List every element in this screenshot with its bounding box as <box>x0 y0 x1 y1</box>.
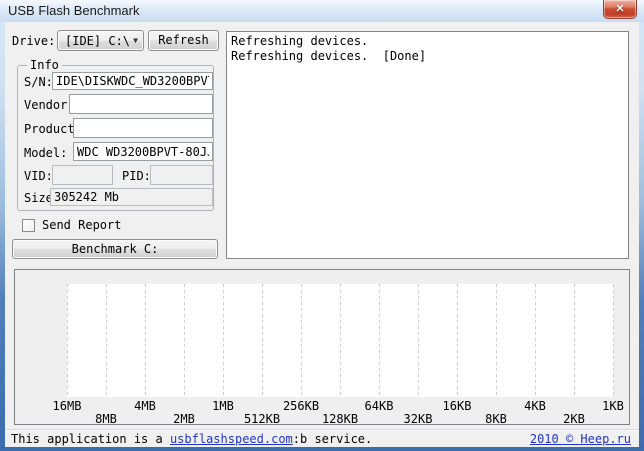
chart-gridline <box>184 284 185 397</box>
chart-gridline <box>613 284 614 397</box>
vendor-label: Vendor: <box>24 98 75 112</box>
chart-tick-label: 16MB <box>53 399 82 413</box>
chart-tick-label: 256KB <box>283 399 319 413</box>
chart-gridline <box>145 284 146 397</box>
chart-panel: 16MB 8MB 4MB 2MB 1MB 512KB256KB128KB 64KB 32KB 1… <box>14 269 630 425</box>
chart-tick-label: 64KB <box>365 399 394 413</box>
chart-tick-label: 2KB <box>563 412 585 426</box>
window-title: USB Flash Benchmark <box>8 3 140 18</box>
send-report-checkbox[interactable] <box>22 219 35 232</box>
sn-input[interactable] <box>52 72 213 90</box>
drive-select[interactable]: [IDE] C:\ ▼ <box>57 30 144 51</box>
chart-gridline <box>223 284 224 397</box>
drive-label: Drive: <box>12 34 55 48</box>
send-report-label[interactable]: Send Report <box>42 218 121 232</box>
vid-input <box>52 165 113 185</box>
benchmark-button[interactable]: Benchmark C: <box>12 239 218 259</box>
chart-gridline <box>340 284 341 397</box>
chart-gridline <box>574 284 575 397</box>
status-text-prefix: This application is a <box>11 432 163 446</box>
chart-gridline <box>262 284 263 397</box>
model-input[interactable] <box>73 142 213 161</box>
client-area: Drive: [IDE] C:\ ▼ Refresh Info S/N: Ven… <box>5 22 639 446</box>
chart-gridline <box>301 284 302 397</box>
vendor-input[interactable] <box>69 94 213 114</box>
sn-label: S/N: <box>24 75 53 89</box>
product-input[interactable] <box>73 118 213 138</box>
chart-tick-label: 8KB <box>485 412 507 426</box>
chart-gridline <box>106 284 107 397</box>
chart-tick-label: 32KB <box>404 412 433 426</box>
chevron-down-icon: ▼ <box>133 37 138 45</box>
copyright-link[interactable]: 2010 © Heep.ru <box>530 432 631 446</box>
log-output[interactable]: Refreshing devices.Refreshing devices. [… <box>226 31 629 259</box>
chart-tick-label: 1KB <box>602 399 624 413</box>
chart-tick-label: 4KB <box>524 399 546 413</box>
window-frame: USB Flash Benchmark ✕ Drive: [IDE] C:\ ▼… <box>0 0 644 451</box>
chart-gridline <box>457 284 458 397</box>
chart-gridline <box>535 284 536 397</box>
chart-gridline <box>496 284 497 397</box>
size-input <box>50 188 213 206</box>
chart-plot <box>67 284 613 397</box>
chart-gridline <box>379 284 380 397</box>
pid-label: PID: <box>122 169 151 183</box>
model-label: Model: <box>24 146 67 160</box>
status-bar: This application is a usbflashspeed.com:… <box>5 429 639 447</box>
close-button[interactable]: ✕ <box>603 0 637 19</box>
log-line: Refreshing devices. [Done] <box>231 49 624 64</box>
chart-gridline <box>67 284 68 397</box>
drive-select-value: [IDE] C:\ <box>65 34 130 48</box>
chart-tick-label: 512KB <box>244 412 280 426</box>
log-line: Refreshing devices. <box>231 34 624 49</box>
close-icon: ✕ <box>615 4 624 15</box>
chart-tick-label: 1MB <box>212 399 234 413</box>
chart-tick-label: 8MB <box>95 412 117 426</box>
chart-tick-label: 128KB <box>322 412 358 426</box>
usbflashspeed-link[interactable]: usbflashspeed.com <box>170 432 293 446</box>
chart-tick-label: 2MB <box>173 412 195 426</box>
status-text-suffix: :b service. <box>293 432 372 446</box>
titlebar: USB Flash Benchmark ✕ <box>0 0 644 22</box>
vid-label: VID: <box>24 169 53 183</box>
chart-gridline <box>418 284 419 397</box>
refresh-button[interactable]: Refresh <box>148 30 219 51</box>
status-text: This application is a usbflashspeed.com:… <box>11 432 372 446</box>
pid-input <box>150 165 213 185</box>
chart-tick-label: 4MB <box>134 399 156 413</box>
chart-axis-labels: 16MB8MB4MB2MB1MB512KB256KB128KB64KB32KB1… <box>67 399 613 425</box>
info-legend: Info <box>27 58 62 72</box>
chart-tick-label: 16KB <box>443 399 472 413</box>
